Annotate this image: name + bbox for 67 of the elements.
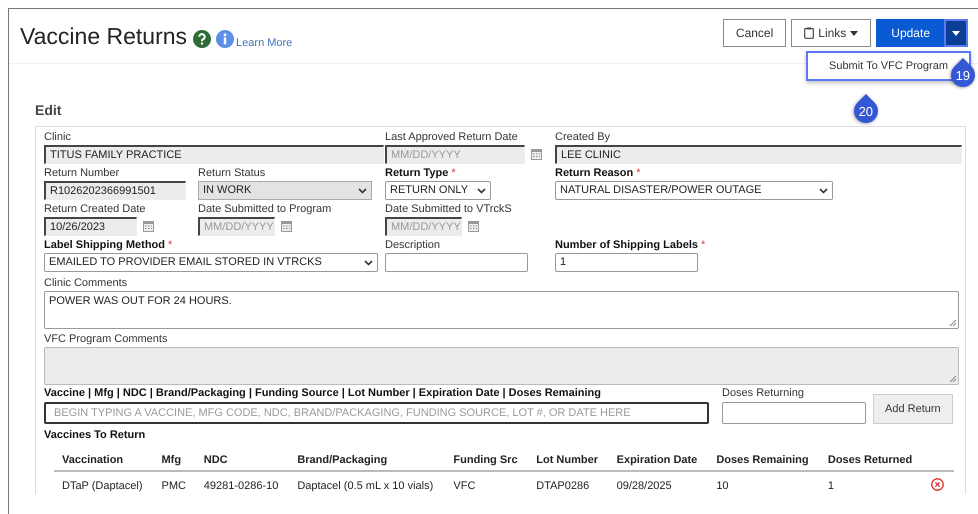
calendar-icon[interactable] bbox=[143, 221, 154, 232]
input-field[interactable] bbox=[385, 253, 528, 272]
chevron-down-icon bbox=[819, 188, 828, 194]
field-label: Return Reason * bbox=[555, 167, 642, 180]
table-cell: DTaP (Daptacel) bbox=[54, 471, 154, 494]
calendar-icon[interactable] bbox=[531, 149, 542, 160]
page-title: Vaccine Returns bbox=[20, 22, 188, 50]
field-label: Return Status bbox=[198, 167, 266, 180]
column-header: Vaccination bbox=[54, 454, 154, 471]
field-label: VFC Program Comments bbox=[44, 333, 168, 346]
field-label: Clinic Comments bbox=[44, 277, 128, 290]
help-icon[interactable] bbox=[193, 30, 212, 48]
table-cell: 09/28/2025 bbox=[608, 471, 708, 494]
field-label: Return Number bbox=[44, 167, 120, 180]
table-title: Vaccines To Return bbox=[44, 429, 146, 441]
input-field[interactable]: 1 bbox=[555, 253, 698, 272]
resize-handle-icon[interactable] bbox=[949, 319, 957, 327]
table-cell: 49281-0286-10 bbox=[196, 471, 290, 494]
field-label: Label Shipping Method * bbox=[44, 239, 174, 252]
input-field[interactable] bbox=[722, 402, 866, 424]
column-header: NDC bbox=[196, 454, 290, 471]
links-button[interactable]: Links bbox=[791, 19, 872, 47]
column-header: Brand/Packaging bbox=[289, 454, 446, 471]
info-icon[interactable] bbox=[216, 30, 234, 48]
chevron-down-icon bbox=[364, 260, 373, 266]
calendar-icon[interactable] bbox=[468, 221, 479, 232]
learn-more-link[interactable]: Learn More bbox=[236, 37, 292, 49]
caret-icon bbox=[952, 30, 960, 36]
column-header: Expiration Date bbox=[608, 454, 708, 471]
column-header: Lot Number bbox=[528, 454, 609, 471]
chevron-down-icon bbox=[358, 188, 367, 194]
field-label: Last Approved Return Date bbox=[385, 131, 519, 144]
dropdown[interactable]: RETURN ONLY bbox=[385, 181, 491, 200]
field-label: Date Submitted to Program bbox=[198, 203, 332, 216]
table-cell: 1 bbox=[820, 471, 924, 494]
field-label: Return Type * bbox=[385, 167, 457, 180]
table-cell: PMC bbox=[154, 471, 196, 494]
column-header: Funding Src bbox=[445, 454, 528, 471]
menu-item[interactable]: Submit To VFC Program bbox=[828, 60, 948, 72]
comments-field[interactable]: POWER WAS OUT FOR 24 HOURS. bbox=[44, 291, 959, 329]
dropdown-toggle-button[interactable] bbox=[944, 19, 968, 47]
update-button[interactable]: Update bbox=[876, 19, 945, 47]
section-title: Edit bbox=[35, 102, 62, 118]
calendar-icon[interactable] bbox=[281, 221, 292, 232]
field-label: Return Created Date bbox=[44, 203, 146, 216]
column-header: Doses Remaining bbox=[708, 454, 820, 471]
field-label: Description bbox=[385, 239, 442, 252]
table-cell: Daptacel (0.5 mL x 10 vials) bbox=[289, 471, 446, 494]
field-label: Doses Returning bbox=[722, 387, 805, 399]
field-label: Clinic bbox=[44, 131, 72, 144]
column-header: Doses Returned bbox=[820, 454, 924, 471]
chevron-down-icon bbox=[477, 188, 486, 194]
field-label: Created By bbox=[555, 131, 612, 144]
caret-icon bbox=[850, 30, 858, 36]
field-label: Date Submitted to VTrckS bbox=[385, 203, 513, 216]
table-cell: VFC bbox=[445, 471, 528, 494]
add-return-button[interactable]: Add Return bbox=[873, 394, 953, 424]
table-cell: 10 bbox=[708, 471, 820, 494]
cancel-button[interactable]: Cancel bbox=[722, 19, 786, 47]
column-header: Mfg bbox=[154, 454, 196, 471]
dropdown[interactable]: EMAILED TO PROVIDER EMAIL STORED IN VTRCKS bbox=[44, 253, 378, 272]
table-cell: DTAP0286 bbox=[528, 471, 609, 494]
field-label: Vaccine | Mfg | NDC | Brand/Packaging | Funding Source | Lot Number | Expiration Date | Doses Remaining bbox=[44, 387, 602, 399]
field-label: Number of Shipping Labels * bbox=[555, 239, 706, 252]
clipboard-icon bbox=[804, 27, 814, 39]
dropdown[interactable]: NATURAL DISASTER/POWER OUTAGE bbox=[555, 181, 833, 200]
remove-icon[interactable] bbox=[931, 478, 944, 491]
